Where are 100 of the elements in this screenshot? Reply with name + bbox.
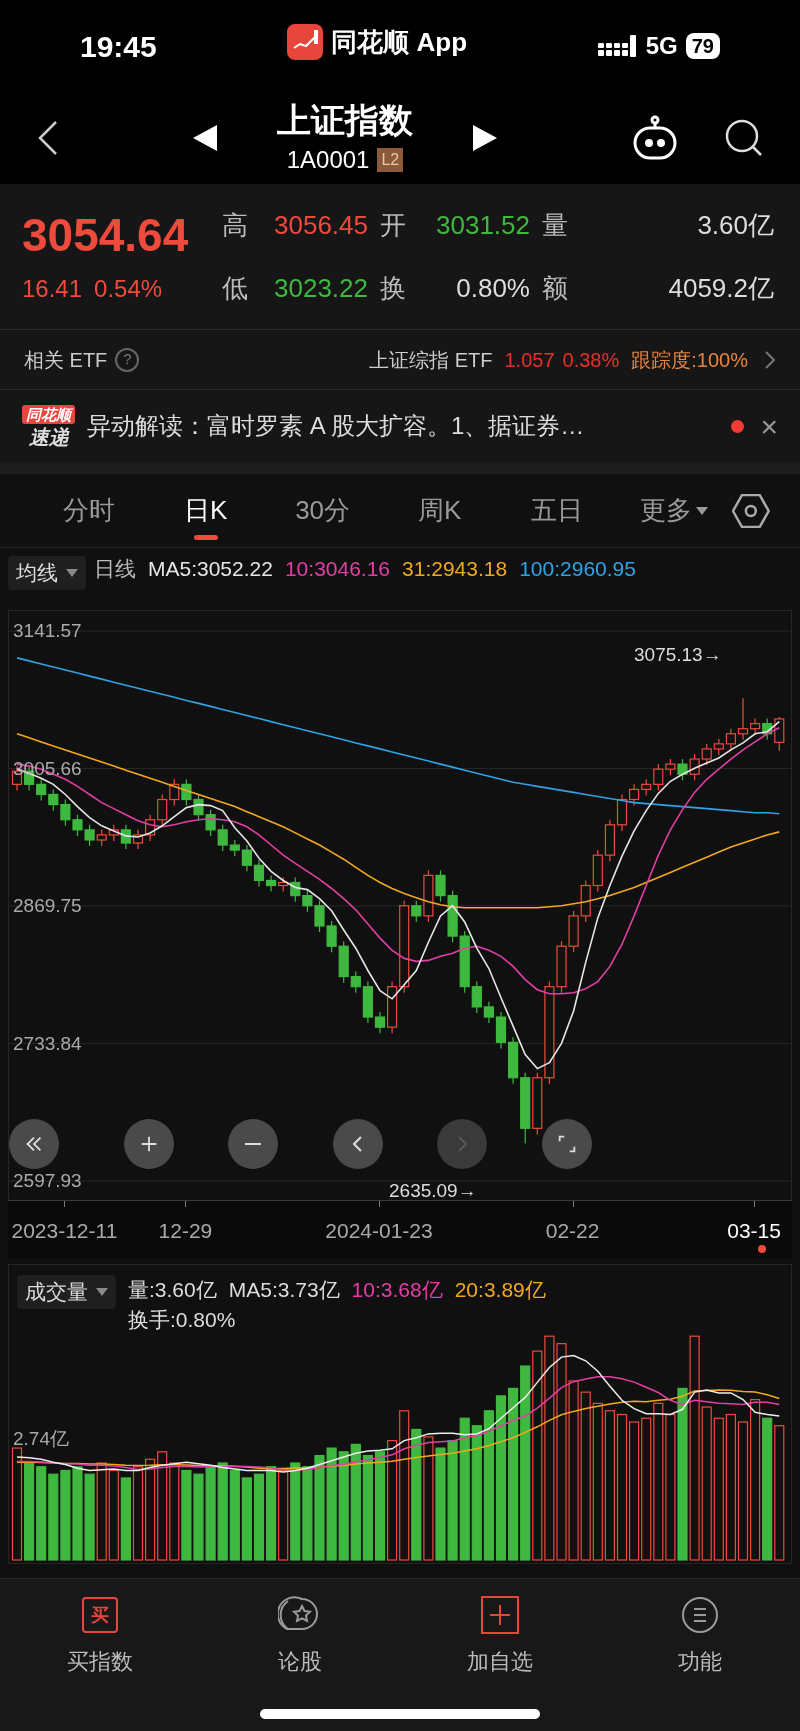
candlestick — [266, 874, 277, 893]
chart-tab[interactable]: 周K — [381, 473, 499, 548]
candlestick — [241, 844, 252, 872]
candlestick — [774, 716, 785, 752]
candlestick — [737, 697, 749, 741]
chart-tab[interactable]: 五日 — [498, 473, 616, 548]
news-logo: 同花顺 速递 — [22, 405, 75, 447]
candlestick — [157, 793, 168, 827]
date-axis-label: 03-15 — [727, 1218, 781, 1244]
caret-down-icon — [695, 506, 708, 515]
menu-icon — [680, 1595, 720, 1635]
etf-percent: 0.38% — [562, 347, 620, 373]
index-title: 上证指数 — [277, 100, 413, 141]
caret-down-icon — [96, 1288, 108, 1296]
price-axis-label: 2597.93 — [13, 1170, 82, 1192]
candlestick — [653, 763, 664, 792]
price-change: 16.41 — [22, 273, 83, 304]
previous-triangle-icon[interactable] — [193, 125, 217, 151]
chevron-left-icon — [352, 1136, 363, 1152]
chart-tab[interactable]: 分时 — [30, 473, 148, 548]
network-type: 5G — [645, 31, 678, 61]
ma-legend-value: 10:3046.16 — [284, 556, 391, 582]
volume-legend-value: MA5:3.73亿 — [228, 1277, 340, 1303]
ma-legend-value: 日线 — [94, 556, 136, 582]
app-name: 同花顺 App — [331, 25, 468, 59]
close-button[interactable]: × — [760, 403, 778, 449]
date-axis-label: 2024-01-23 — [325, 1218, 433, 1244]
low-price-marker: 2635.09→ — [389, 1179, 477, 1203]
battery-level: 79 — [685, 33, 720, 59]
ma-legend-value: MA5:3052.22 — [148, 556, 273, 582]
chart-tab[interactable]: 日K — [147, 473, 265, 548]
index-code: 1A0001 — [286, 145, 370, 175]
chevron-right-icon — [457, 1136, 468, 1152]
bottom-nav-item[interactable]: 功能 — [600, 1593, 800, 1678]
chart-tab[interactable]: 更多 — [615, 473, 733, 548]
stat-label: 额 — [542, 271, 569, 305]
stat-label: 换 — [380, 271, 407, 305]
app-logo-icon — [287, 24, 324, 60]
news-headline[interactable]: 异动解读：富时罗素 A 股大扩容。1、据证券… — [87, 408, 716, 444]
status-time: 19:45 — [80, 28, 157, 65]
caret-down-icon — [66, 569, 78, 577]
candlestick — [471, 981, 482, 1014]
volume-selector[interactable]: 成交量 — [17, 1275, 116, 1309]
help-button[interactable]: ? — [115, 347, 140, 372]
bottom-nav-item[interactable]: 论股 — [200, 1593, 400, 1678]
volume-legend-value: 10:3.68亿 — [351, 1277, 443, 1303]
price-axis-label: 2869.75 — [13, 895, 82, 917]
volume-legend-value: 20:3.89亿 — [454, 1277, 546, 1303]
bottom-nav-item[interactable]: 加自选 — [400, 1593, 600, 1678]
minus-icon — [244, 1142, 263, 1146]
volume-legend-value: 量:3.60亿 — [128, 1277, 217, 1303]
price-axis-label: 3141.57 — [13, 620, 82, 642]
current-price: 3054.64 — [22, 207, 190, 263]
ma-legend-value: 31:2943.18 — [402, 556, 508, 582]
candlestick — [48, 788, 59, 812]
etf-price: 1.057 — [504, 347, 555, 373]
etf-label: 相关 ETF — [24, 347, 108, 373]
chevron-right-icon[interactable] — [764, 349, 776, 370]
settings-icon[interactable] — [732, 492, 770, 529]
candlestick — [253, 859, 265, 888]
ma-legend-value: 100:2960.95 — [519, 556, 636, 582]
signal-icon — [597, 35, 638, 57]
stat-label: 量 — [542, 208, 569, 242]
etf-name: 上证综指 ETF — [369, 347, 493, 373]
candlestick — [36, 778, 47, 802]
volume-axis-label: 2.74亿 — [13, 1427, 69, 1451]
plus-square-icon — [480, 1595, 520, 1635]
price-axis-label: 2733.84 — [13, 1032, 82, 1055]
date-axis-label: 12-29 — [158, 1218, 213, 1244]
bottom-nav-item[interactable]: 买 买指数 — [0, 1593, 200, 1678]
ma-selector[interactable]: 均线 — [8, 556, 86, 590]
stat-value: 3031.52 — [435, 208, 531, 242]
turnover-rate: 换手:0.80% — [128, 1307, 237, 1333]
tracking-degree: 跟踪度:100% — [631, 347, 748, 373]
candlestick — [374, 1011, 386, 1034]
stat-label: 低 — [222, 271, 249, 305]
level-badge: L2 — [377, 148, 404, 172]
candlestick — [217, 824, 228, 852]
candlestick — [411, 900, 422, 923]
high-price-marker: 3075.13→ — [634, 643, 722, 667]
stat-value: 4059.2亿 — [667, 271, 775, 305]
chart-control-button[interactable] — [9, 1119, 59, 1169]
stat-value: 3056.45 — [273, 208, 369, 242]
buy-icon: 买 — [82, 1597, 118, 1633]
date-axis-label: 2023-12-11 — [11, 1218, 118, 1244]
chart-tab[interactable]: 30分 — [264, 473, 382, 548]
candlestick — [350, 970, 361, 994]
search-icon[interactable] — [724, 118, 764, 158]
candlestick — [725, 728, 736, 751]
stat-value: 3023.22 — [273, 271, 369, 305]
percent-change: 0.54% — [94, 273, 163, 304]
candlestick — [483, 1001, 494, 1024]
next-triangle-icon[interactable] — [473, 125, 497, 151]
stat-label: 开 — [380, 208, 407, 242]
candlestick — [629, 783, 640, 807]
stat-label: 高 — [222, 208, 249, 242]
stat-value: 0.80% — [455, 271, 531, 305]
chart-control-button[interactable] — [123, 1119, 174, 1169]
candlestick — [677, 758, 688, 781]
candlestick — [701, 743, 712, 766]
